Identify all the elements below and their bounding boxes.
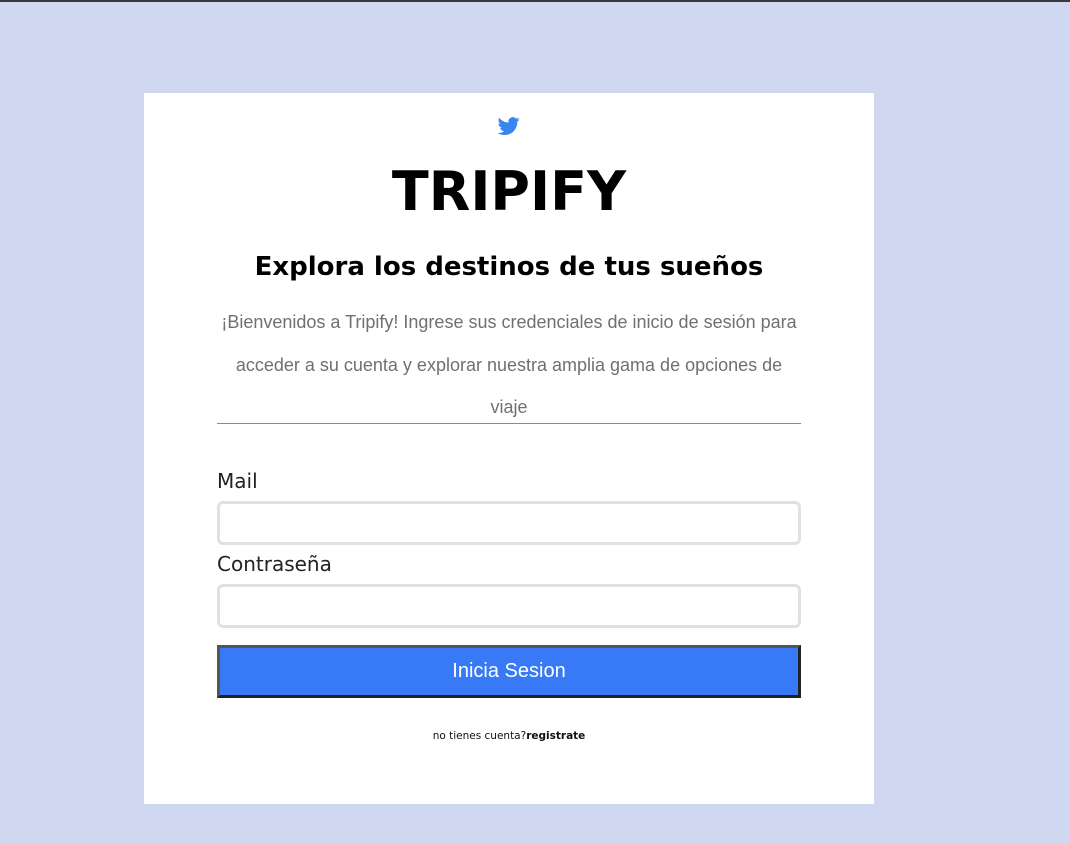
signup-prompt-text: no tienes cuenta?: [432, 730, 527, 742]
top-border: [0, 0, 1070, 2]
tagline-heading: Explora los destinos de tus sueños: [254, 252, 764, 282]
signup-prompt: no tienes cuenta?registrate: [144, 728, 874, 744]
divider: [217, 423, 801, 424]
password-label: Contraseña: [217, 552, 332, 576]
welcome-text: ¡Bienvenidos a Tripify! Ingrese sus cred…: [221, 312, 797, 417]
login-card: TRIPIFY Explora los destinos de tus sueñ…: [144, 93, 874, 804]
mail-input[interactable]: [217, 501, 801, 545]
password-input[interactable]: [217, 584, 801, 628]
mail-label: Mail: [217, 469, 258, 493]
twitter-bird-icon: [497, 117, 520, 135]
brand-title: TRIPIFY: [391, 160, 627, 223]
login-button[interactable]: Inicia Sesion: [217, 645, 801, 698]
signup-link[interactable]: registrate: [526, 730, 585, 742]
